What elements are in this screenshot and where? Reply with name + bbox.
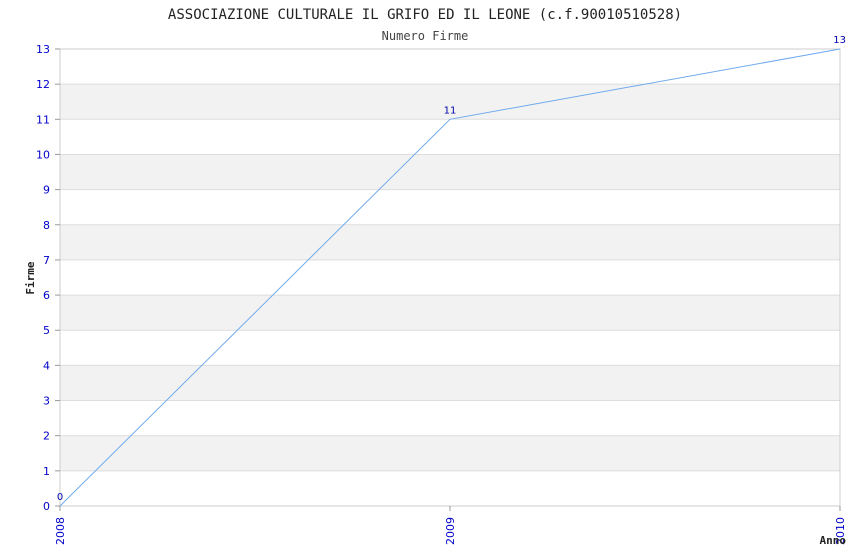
y-tick-label: 6 [43, 289, 50, 302]
grid-band [60, 365, 840, 401]
chart-title: ASSOCIAZIONE CULTURALE IL GRIFO ED IL LE… [168, 7, 682, 23]
y-tick-label: 5 [43, 324, 50, 337]
y-tick-label: 10 [36, 148, 50, 161]
line-chart: ASSOCIAZIONE CULTURALE IL GRIFO ED IL LE… [24, 7, 847, 547]
x-tick-label: 2008 [54, 517, 67, 545]
y-tick-label: 8 [43, 219, 50, 232]
chart-subtitle: Numero Firme [382, 29, 469, 43]
y-tick-label: 13 [36, 43, 50, 56]
y-tick-label: 12 [36, 78, 50, 91]
grid-bands [60, 84, 840, 471]
y-tick-label: 3 [43, 395, 50, 408]
y-tick-label: 1 [43, 465, 50, 478]
y-tick-label: 7 [43, 254, 50, 267]
data-label: 11 [444, 105, 457, 116]
y-axis-title: Firme [24, 261, 37, 294]
y-tick-label: 9 [43, 184, 50, 197]
y-tick-label: 11 [36, 113, 50, 126]
y-tick-label: 2 [43, 430, 50, 443]
y-tick-label: 0 [43, 500, 50, 513]
data-label: 13 [833, 35, 846, 46]
grid-band [60, 224, 840, 260]
x-axis-ticks: 2008 2009 2010 [54, 506, 847, 545]
x-axis-title: Anno [820, 534, 847, 547]
data-label: 0 [57, 492, 63, 503]
y-axis-ticks: 012345678910111213 [36, 43, 60, 513]
grid-band [60, 295, 840, 331]
y-tick-label: 4 [43, 359, 50, 372]
grid-band [60, 154, 840, 190]
x-tick-label: 2009 [444, 517, 457, 545]
grid-band [60, 435, 840, 471]
